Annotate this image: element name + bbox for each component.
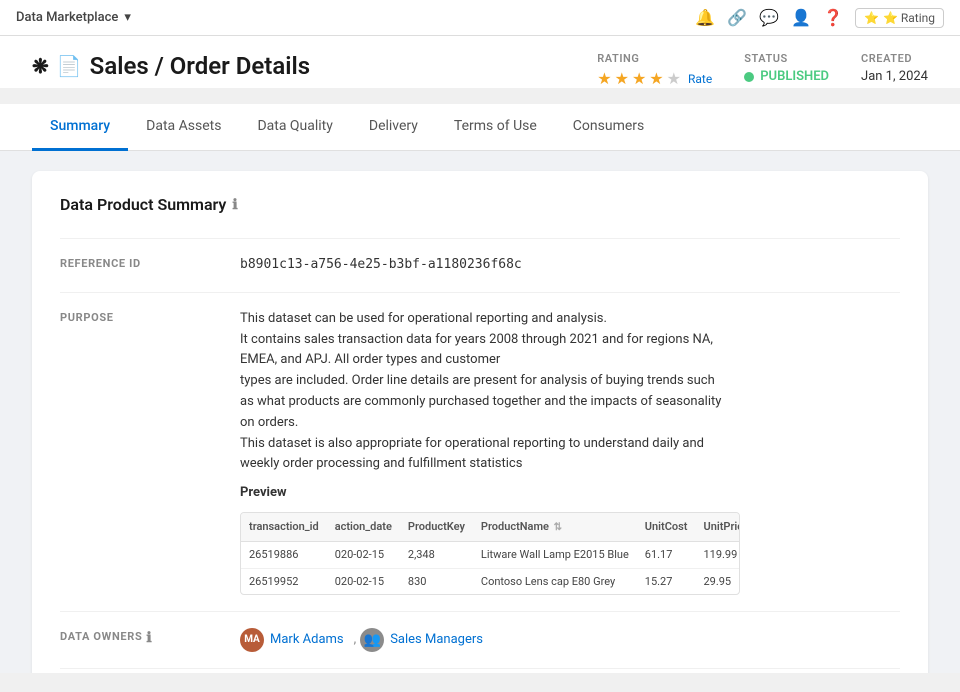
avatar-ma: MA xyxy=(240,628,264,652)
star-4: ★ xyxy=(649,69,663,88)
header-section: ❋ 📄 Sales / Order Details RATING ★ ★ ★ ★… xyxy=(0,36,960,88)
card-title: Data Product Summary ℹ xyxy=(60,195,900,214)
cell-unit-price: 29.95 xyxy=(695,568,740,594)
col-unit-cost: UnitCost xyxy=(637,513,696,542)
cell-action-date: 020-02-15 xyxy=(327,541,400,568)
preview-table: transaction_id action_date ProductKey Pr… xyxy=(240,512,740,595)
cell-unit-cost: 15.27 xyxy=(637,568,696,594)
owner-name-sales-managers[interactable]: Sales Managers xyxy=(390,630,483,651)
reference-id-label: REFERENCE ID xyxy=(60,255,240,276)
notification-icon[interactable]: 🔔 xyxy=(695,8,715,27)
status-dot xyxy=(744,72,754,82)
purpose-text: This dataset can be used for operational… xyxy=(240,309,900,475)
tab-data-assets[interactable]: Data Assets xyxy=(128,104,239,151)
user-icon[interactable]: 👤 xyxy=(791,8,811,27)
page-title-area: ❋ 📄 Sales / Order Details xyxy=(32,52,310,80)
cell-unit-cost: 61.17 xyxy=(637,541,696,568)
purpose-value: This dataset can be used for operational… xyxy=(240,309,900,595)
tab-terms-of-use[interactable]: Terms of Use xyxy=(436,104,555,151)
header-meta: RATING ★ ★ ★ ★ ★ Rate STATUS PUBLISHED xyxy=(597,52,928,88)
col-product-name: ProductName ⇅ xyxy=(473,513,637,542)
rating-button[interactable]: ⭐ ⭐ Rating xyxy=(855,8,944,28)
owner-name-mark-adams[interactable]: Mark Adams xyxy=(270,630,344,651)
card-info-icon[interactable]: ℹ xyxy=(232,197,237,213)
top-bar-actions: 🔔 🔗 💬 👤 ❓ ⭐ ⭐ Rating xyxy=(695,8,944,28)
rating-block: RATING ★ ★ ★ ★ ★ Rate xyxy=(597,52,712,88)
col-transaction-id: transaction_id xyxy=(241,513,327,542)
owner-sales-managers: 👥 Sales Managers xyxy=(360,628,483,652)
summary-card: Data Product Summary ℹ REFERENCE ID b890… xyxy=(32,171,928,673)
cell-unit-price: 119.99 xyxy=(695,541,740,568)
reference-id-row: REFERENCE ID b8901c13-a756-4e25-b3bf-a11… xyxy=(60,238,900,292)
owner-mark-adams: MA Mark Adams xyxy=(240,628,344,652)
purpose-row: PURPOSE This dataset can be used for ope… xyxy=(60,292,900,611)
created-date: Jan 1, 2024 xyxy=(861,69,928,84)
star-5: ★ xyxy=(667,69,681,88)
tab-consumers[interactable]: Consumers xyxy=(555,104,662,151)
cell-transaction-id: 26519886 xyxy=(241,541,327,568)
rating-label: RATING xyxy=(597,52,639,65)
col-product-key: ProductKey xyxy=(400,513,473,542)
data-owners-label: DATA OWNERS ℹ xyxy=(60,628,240,652)
share-icon[interactable]: 🔗 xyxy=(727,8,747,27)
cell-product-name: Contoso Lens cap E80 Grey xyxy=(473,568,637,594)
star-2: ★ xyxy=(615,69,629,88)
product-icon-1: ❋ xyxy=(32,54,49,78)
tab-data-quality[interactable]: Data Quality xyxy=(239,104,350,151)
cell-product-name: Litware Wall Lamp E2015 Blue xyxy=(473,541,637,568)
cell-action-date: 020-02-15 xyxy=(327,568,400,594)
table-row: 26519952 020-02-15 830 Contoso Lens cap … xyxy=(241,568,740,594)
technical-owners-row: TECHNICAL OWNERS ℹ MA Mark Adams , KF Ky… xyxy=(60,668,900,673)
main-content: Data Product Summary ℹ REFERENCE ID b890… xyxy=(0,151,960,673)
created-block: CREATED Jan 1, 2024 xyxy=(861,52,928,84)
stars-row: ★ ★ ★ ★ ★ Rate xyxy=(597,69,712,88)
avatar-group-sales: 👥 xyxy=(360,628,384,652)
cell-product-key: 830 xyxy=(400,568,473,594)
tab-summary[interactable]: Summary xyxy=(32,104,128,151)
comment-icon[interactable]: 💬 xyxy=(759,8,779,27)
data-owners-info-icon[interactable]: ℹ xyxy=(146,630,152,646)
help-icon[interactable]: ❓ xyxy=(823,8,843,27)
data-owners-row: DATA OWNERS ℹ MA Mark Adams , 👥 Sales Ma… xyxy=(60,611,900,668)
app-title: Data Marketplace xyxy=(16,10,118,25)
col-unit-price: UnitPrice xyxy=(695,513,740,542)
status-value: PUBLISHED xyxy=(760,69,829,84)
table-row: 26519886 020-02-15 2,348 Litware Wall La… xyxy=(241,541,740,568)
product-icon-2: 📄 xyxy=(57,54,82,78)
tabs-bar: Summary Data Assets Data Quality Deliver… xyxy=(0,104,960,151)
status-block: STATUS PUBLISHED xyxy=(744,52,829,84)
top-bar: Data Marketplace ▾ 🔔 🔗 💬 👤 ❓ ⭐ ⭐ Rating xyxy=(0,0,960,36)
purpose-label: PURPOSE xyxy=(60,309,240,595)
app-title-area: Data Marketplace ▾ xyxy=(16,10,131,25)
status-row: PUBLISHED xyxy=(744,69,829,84)
star-3: ★ xyxy=(632,69,646,88)
data-owners-value: MA Mark Adams , 👥 Sales Managers xyxy=(240,628,900,652)
status-label: STATUS xyxy=(744,52,788,65)
separator: , xyxy=(354,630,357,651)
rate-link[interactable]: Rate xyxy=(688,72,712,86)
reference-id-value: b8901c13-a756-4e25-b3bf-a1180236f68c xyxy=(240,255,900,276)
preview-label: Preview xyxy=(240,483,900,504)
star-icon: ⭐ xyxy=(864,11,879,25)
chevron-icon[interactable]: ▾ xyxy=(124,10,131,25)
col-action-date: action_date xyxy=(327,513,400,542)
cell-product-key: 2,348 xyxy=(400,541,473,568)
owners-row: MA Mark Adams , 👥 Sales Managers xyxy=(240,628,900,652)
header-top: ❋ 📄 Sales / Order Details RATING ★ ★ ★ ★… xyxy=(32,52,928,88)
rating-btn-label: ⭐ Rating xyxy=(883,11,935,25)
page-title: Sales / Order Details xyxy=(90,52,310,80)
card-title-text: Data Product Summary xyxy=(60,195,226,214)
created-label: CREATED xyxy=(861,52,912,65)
star-1: ★ xyxy=(597,69,611,88)
cell-transaction-id: 26519952 xyxy=(241,568,327,594)
tab-delivery[interactable]: Delivery xyxy=(351,104,436,151)
